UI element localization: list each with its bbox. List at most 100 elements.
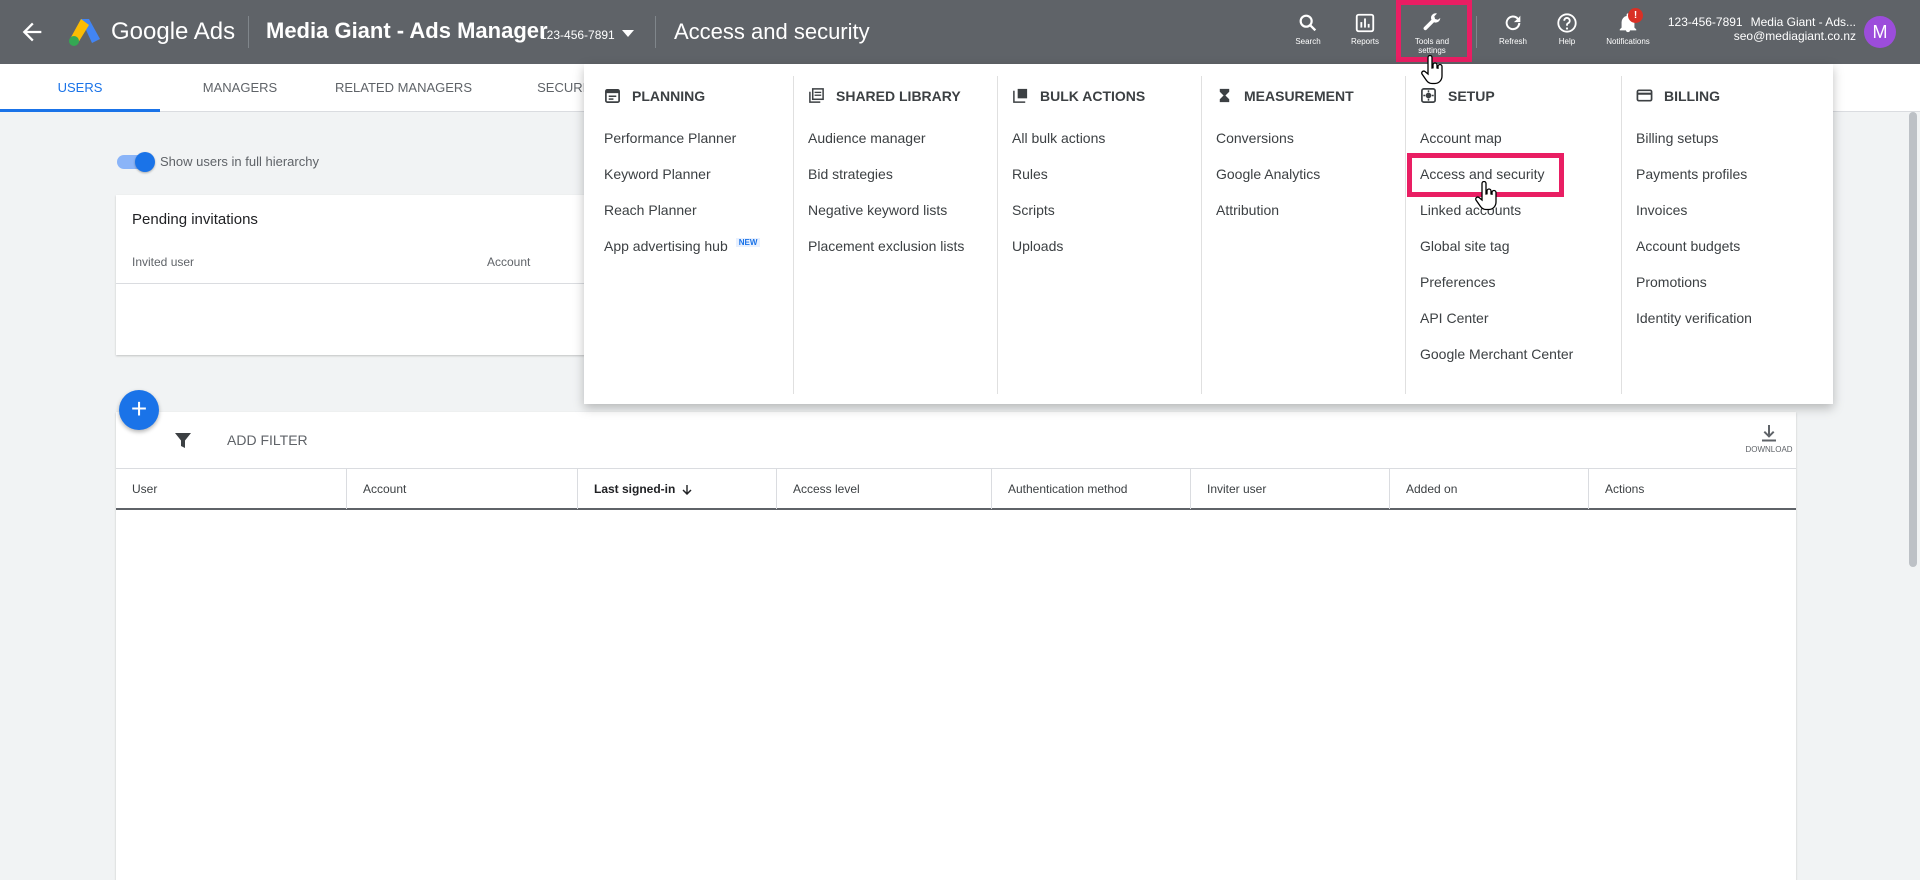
menu-item-promotions[interactable]: Promotions: [1636, 274, 1707, 290]
tab-managers[interactable]: MANAGERS: [180, 64, 300, 112]
menu-item-account-map[interactable]: Account map: [1420, 130, 1502, 146]
notifications-button[interactable]: ! Notifications: [1598, 8, 1658, 56]
new-badge: NEW: [735, 238, 761, 247]
reports-button[interactable]: Reports: [1335, 12, 1395, 56]
menu-item-account-budgets[interactable]: Account budgets: [1636, 238, 1740, 254]
header-divider: [655, 16, 656, 48]
menu-column-planning: PLANNING Performance Planner Keyword Pla…: [584, 64, 794, 404]
menu-item-google-merchant-center[interactable]: Google Merchant Center: [1420, 346, 1573, 362]
reports-label: Reports: [1350, 37, 1379, 46]
menu-item-scripts[interactable]: Scripts: [1012, 202, 1055, 218]
menu-item-global-site-tag[interactable]: Global site tag: [1420, 238, 1510, 254]
menu-item-attribution[interactable]: Attribution: [1216, 202, 1279, 218]
planning-icon: [605, 88, 620, 103]
menu-item-invoices[interactable]: Invoices: [1636, 202, 1687, 218]
menu-item-payments-profiles[interactable]: Payments profiles: [1636, 166, 1747, 182]
column-header-user[interactable]: User: [116, 469, 346, 509]
pending-column-invited-user: Invited user: [132, 255, 195, 269]
menu-item-preferences[interactable]: Preferences: [1420, 274, 1495, 290]
column-header-account[interactable]: Account: [346, 469, 577, 509]
search-label: Search: [1295, 37, 1321, 46]
menu-column-measurement: MEASUREMENT Conversions Google Analytics…: [1202, 64, 1406, 404]
column-header-authentication-method[interactable]: Authentication method: [991, 469, 1190, 509]
menu-item-linked-accounts[interactable]: Linked accounts: [1420, 202, 1521, 218]
sort-descending-icon: [682, 484, 692, 495]
top-app-bar: Google Ads Media Giant - Ads Manager 123…: [0, 0, 1920, 64]
download-icon: [1762, 425, 1776, 442]
menu-item-negative-keyword-lists[interactable]: Negative keyword lists: [808, 202, 947, 218]
header-divider: [248, 16, 249, 48]
menu-column-setup: SETUP Account map Access and security Li…: [1406, 64, 1622, 404]
menu-item-reach-planner[interactable]: Reach Planner: [604, 202, 697, 218]
billing-icon: [1636, 89, 1653, 102]
users-table-card: ADD FILTER DOWNLOAD User Account Last si…: [116, 412, 1796, 880]
menu-item-uploads[interactable]: Uploads: [1012, 238, 1063, 254]
app-advertising-hub-label: App advertising hub: [604, 238, 728, 254]
menu-item-conversions[interactable]: Conversions: [1216, 130, 1294, 146]
refresh-label: Refresh: [1498, 37, 1527, 46]
full-hierarchy-label: Show users in full hierarchy: [160, 154, 319, 169]
measurement-icon: [1219, 88, 1230, 103]
menu-item-app-advertising-hub[interactable]: App advertising hub NEW: [604, 238, 761, 254]
menu-item-google-analytics[interactable]: Google Analytics: [1216, 166, 1320, 182]
tab-related-managers[interactable]: RELATED MANAGERS: [330, 64, 477, 112]
tab-users[interactable]: USERS: [0, 64, 160, 112]
menu-item-api-center[interactable]: API Center: [1420, 310, 1488, 326]
hand-cursor-icon: [1475, 181, 1497, 211]
pending-column-account: Account: [487, 255, 531, 269]
setup-icon: [1421, 88, 1436, 103]
search-icon: [1299, 14, 1317, 32]
scrollbar-thumb[interactable]: [1909, 112, 1917, 567]
current-account-info[interactable]: 123-456-7891 Media Giant - Ads... seo@med…: [1660, 15, 1856, 43]
column-header-access-level[interactable]: Access level: [776, 469, 991, 509]
refresh-button[interactable]: Refresh: [1483, 12, 1543, 56]
menu-item-billing-setups[interactable]: Billing setups: [1636, 130, 1719, 146]
tools-highlight-box: [1396, 0, 1472, 62]
search-button[interactable]: Search: [1278, 12, 1338, 56]
menu-item-performance-planner[interactable]: Performance Planner: [604, 130, 736, 146]
add-user-button[interactable]: +: [119, 390, 159, 430]
help-label: Help: [1558, 37, 1576, 46]
google-ads-logo-icon[interactable]: [68, 17, 102, 47]
avatar[interactable]: M: [1864, 16, 1896, 48]
menu-item-identity-verification[interactable]: Identity verification: [1636, 310, 1752, 326]
refresh-icon: [1505, 15, 1521, 31]
toggle-knob: [135, 152, 155, 172]
reports-icon: [1355, 13, 1375, 33]
help-button[interactable]: Help: [1537, 12, 1597, 56]
header-divider: [1476, 16, 1477, 48]
tools-and-settings-menu: PLANNING Performance Planner Keyword Pla…: [584, 64, 1833, 404]
menu-item-audience-manager[interactable]: Audience manager: [808, 130, 926, 146]
account-dropdown-icon[interactable]: [622, 30, 634, 38]
add-filter-button[interactable]: ADD FILTER: [227, 432, 308, 448]
hand-cursor-icon: [1421, 55, 1443, 85]
menu-item-all-bulk-actions[interactable]: All bulk actions: [1012, 130, 1105, 146]
menu-item-rules[interactable]: Rules: [1012, 166, 1048, 182]
download-label: DOWNLOAD: [1745, 445, 1793, 454]
account-name[interactable]: Media Giant - Ads Manager: [266, 18, 548, 44]
column-header-inviter-user[interactable]: Inviter user: [1190, 469, 1389, 509]
column-header-added-on[interactable]: Added on: [1389, 469, 1588, 509]
page-scrollbar[interactable]: [1906, 112, 1920, 880]
menu-column-billing: BILLING Billing setups Payments profiles…: [1636, 88, 1752, 326]
bulk-actions-icon: [1013, 88, 1028, 103]
brand-name: Google Ads: [111, 18, 236, 45]
back-arrow-icon[interactable]: [18, 18, 46, 46]
right-account-name: Media Giant - Ads...: [1750, 15, 1856, 29]
notification-badge: !: [1628, 8, 1643, 23]
menu-item-keyword-planner[interactable]: Keyword Planner: [604, 166, 711, 182]
column-header-last-signed-in[interactable]: Last signed-in: [577, 469, 776, 509]
menu-item-placement-exclusion-lists[interactable]: Placement exclusion lists: [808, 238, 964, 254]
full-hierarchy-toggle[interactable]: [115, 152, 155, 172]
pending-invitations-title: Pending invitations: [132, 211, 258, 228]
menu-item-bid-strategies[interactable]: Bid strategies: [808, 166, 893, 182]
notifications-label: Notifications: [1606, 37, 1650, 46]
users-table-header: User Account Last signed-in Access level…: [116, 468, 1796, 510]
account-id[interactable]: 123-456-7891: [540, 28, 615, 42]
download-button[interactable]: DOWNLOAD: [1744, 424, 1794, 454]
menu-column-shared-library: SHARED LIBRARY Audience manager Bid stra…: [794, 64, 998, 404]
column-header-actions[interactable]: Actions: [1588, 469, 1796, 509]
user-email: seo@mediagiant.co.nz: [1733, 29, 1856, 43]
page-title: Access and security: [674, 19, 870, 44]
filter-icon[interactable]: [174, 432, 192, 450]
